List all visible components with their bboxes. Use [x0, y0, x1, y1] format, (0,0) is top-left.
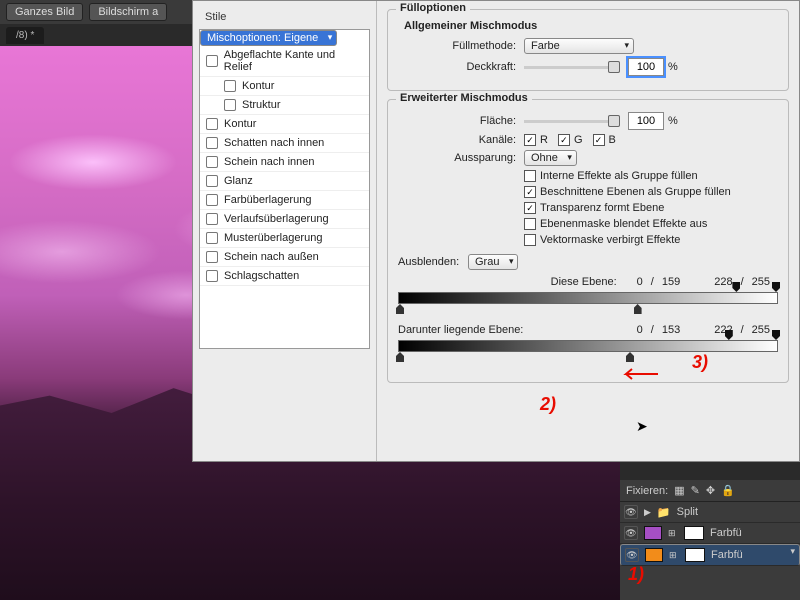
advanced-blend-group: Erweiterter Mischmodus Fläche: % Kanäle:… — [387, 99, 789, 383]
blendif-under-slider[interactable] — [398, 340, 778, 356]
layer-row[interactable]: 👁 ⊞ Farbfü — [620, 544, 800, 566]
under-layer-label: Darunter liegende Ebene: — [398, 324, 637, 336]
cb-vectormask-hides[interactable] — [524, 234, 536, 246]
style-item[interactable]: Abgeflachte Kante und Relief — [200, 46, 369, 77]
opacity-slider[interactable] — [524, 60, 620, 74]
opacity-unit: % — [668, 61, 678, 73]
visibility-icon[interactable]: 👁 — [624, 505, 638, 519]
blendmode-select[interactable]: Farbe — [524, 38, 634, 54]
layer-style-dialog: Stile Mischoptionen: EigeneAbgeflachte K… — [192, 0, 800, 462]
channel-r-checkbox[interactable] — [524, 134, 536, 146]
lock-all-icon[interactable]: 🔒 — [721, 484, 735, 497]
knockout-label: Aussparung: — [398, 152, 524, 164]
document-tabs: /8) * — [0, 24, 44, 46]
lock-transparency-icon[interactable]: ▦ — [674, 484, 684, 497]
style-item[interactable]: Schlagschatten — [200, 267, 369, 286]
link-icon[interactable]: ⊞ — [668, 528, 678, 539]
visibility-icon[interactable]: 👁 — [624, 526, 638, 540]
style-checkbox[interactable] — [206, 213, 218, 225]
layer-row[interactable]: 👁 ▶ 📁 Split — [620, 502, 800, 523]
knockout-select[interactable]: Ohne — [524, 150, 577, 166]
annotation-1: 1) — [628, 564, 644, 585]
style-item[interactable]: Struktur — [200, 96, 369, 115]
style-checkbox[interactable] — [206, 175, 218, 187]
style-checkbox[interactable] — [224, 99, 236, 111]
style-checkbox[interactable] — [206, 270, 218, 282]
general-blend-title: Allgemeiner Mischmodus — [404, 20, 778, 32]
folder-icon: 📁 — [657, 506, 671, 519]
style-item[interactable]: Kontur — [200, 77, 369, 96]
style-item[interactable]: Musterüberlagerung — [200, 229, 369, 248]
style-item[interactable]: Kontur — [200, 115, 369, 134]
cb-clipped-layers[interactable] — [524, 186, 536, 198]
annotation-2: 2) — [540, 394, 556, 415]
style-checkbox[interactable] — [206, 194, 218, 206]
annotation-3: 3) — [692, 352, 708, 373]
cb-internal-effects[interactable] — [524, 170, 536, 182]
fill-options-title: Fülloptionen — [396, 2, 470, 14]
this-layer-label: Diese Ebene: — [398, 276, 637, 288]
fill-slider[interactable] — [524, 114, 620, 128]
color-swatch[interactable] — [644, 526, 662, 540]
fill-options-group: Fülloptionen Allgemeiner Mischmodus Füll… — [387, 9, 789, 91]
fit-all-button[interactable]: Ganzes Bild — [6, 3, 83, 21]
mouse-cursor-icon: ➤ — [636, 418, 648, 435]
visibility-icon[interactable]: 👁 — [625, 548, 639, 562]
style-item[interactable]: Verlaufsüberlagerung — [200, 210, 369, 229]
disclosure-icon[interactable]: ▶ — [644, 507, 651, 518]
blendif-this-slider[interactable] — [398, 292, 778, 308]
channels-label: Kanäle: — [398, 134, 524, 146]
advanced-blend-title: Erweiterter Mischmodus — [396, 92, 532, 104]
color-swatch[interactable] — [645, 548, 663, 562]
lock-label: Fixieren: — [626, 485, 668, 497]
styles-list: Mischoptionen: EigeneAbgeflachte Kante u… — [199, 29, 370, 349]
style-item[interactable]: Mischoptionen: Eigene — [200, 30, 337, 46]
layers-panel: Fixieren: ▦ ✎ ✥ 🔒 👁 ▶ 📁 Split 👁 ⊞ Farbfü 👁 ⊞ Farb… — [620, 480, 800, 600]
styles-title: Stile — [199, 7, 370, 29]
mask-thumb[interactable] — [684, 526, 704, 540]
blendif-select[interactable]: Grau — [468, 254, 518, 270]
fill-options-panel: Fülloptionen Allgemeiner Mischmodus Füll… — [377, 1, 799, 461]
style-item[interactable]: Schatten nach innen — [200, 134, 369, 153]
lock-paint-icon[interactable]: ✎ — [691, 484, 700, 497]
style-checkbox[interactable] — [206, 118, 218, 130]
style-checkbox[interactable] — [206, 251, 218, 263]
layer-name: Split — [677, 506, 698, 518]
opacity-input[interactable] — [628, 58, 664, 76]
style-item[interactable]: Glanz — [200, 172, 369, 191]
channel-g-checkbox[interactable] — [558, 134, 570, 146]
style-item[interactable]: Farbüberlagerung — [200, 191, 369, 210]
style-checkbox[interactable] — [206, 55, 218, 67]
fullscreen-button[interactable]: Bildschirm a — [89, 3, 167, 21]
layer-row[interactable]: 👁 ⊞ Farbfü — [620, 523, 800, 544]
fill-unit: % — [668, 115, 678, 127]
style-checkbox[interactable] — [224, 80, 236, 92]
style-item[interactable]: Schein nach außen — [200, 248, 369, 267]
style-checkbox[interactable] — [206, 156, 218, 168]
layer-name: Farbfü — [711, 549, 743, 561]
lock-position-icon[interactable]: ✥ — [706, 484, 715, 497]
cb-transparency-shapes[interactable] — [524, 202, 536, 214]
link-icon[interactable]: ⊞ — [669, 550, 679, 561]
blendif-label: Ausblenden: — [398, 256, 468, 268]
style-checkbox[interactable] — [206, 137, 218, 149]
document-tab[interactable]: /8) * — [6, 27, 44, 44]
layer-name: Farbfü — [710, 527, 742, 539]
cb-layermask-hides[interactable] — [524, 218, 536, 230]
channel-b-checkbox[interactable] — [593, 134, 605, 146]
style-checkbox[interactable] — [206, 232, 218, 244]
opacity-label: Deckkraft: — [398, 61, 524, 73]
style-item[interactable]: Schein nach innen — [200, 153, 369, 172]
blendmode-label: Füllmethode: — [398, 40, 524, 52]
styles-sidebar: Stile Mischoptionen: EigeneAbgeflachte K… — [193, 1, 377, 461]
fill-label: Fläche: — [398, 115, 524, 127]
fill-input[interactable] — [628, 112, 664, 130]
mask-thumb[interactable] — [685, 548, 705, 562]
